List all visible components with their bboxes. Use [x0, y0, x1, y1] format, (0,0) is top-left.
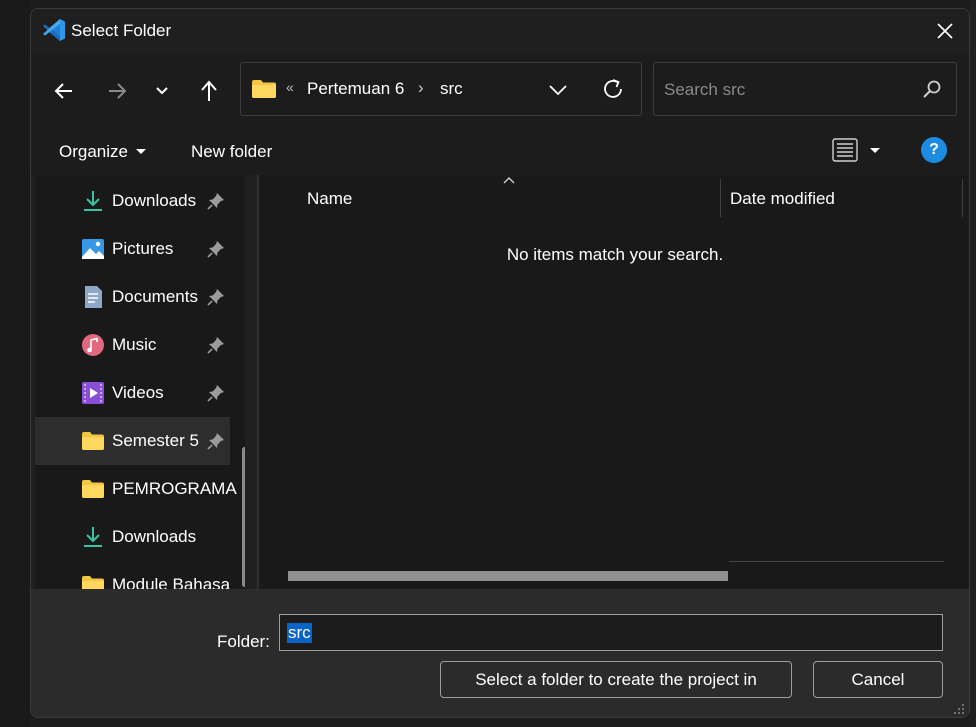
sidebar-item-label: PEMROGRAMA	[112, 479, 237, 498]
search-placeholder: Search src	[664, 80, 746, 99]
column-header-date-modified[interactable]: Date modified	[730, 189, 835, 209]
forward-button[interactable]	[99, 73, 135, 109]
documents-icon	[85, 286, 102, 308]
sidebar-item-documents[interactable]: Documents	[35, 273, 230, 321]
background-left	[0, 0, 30, 727]
folder-label: Folder:	[217, 632, 270, 651]
back-button[interactable]	[46, 73, 82, 109]
pin-icon	[207, 193, 224, 210]
column-separator[interactable]	[720, 179, 721, 217]
pin-icon	[207, 289, 224, 306]
pictures-icon	[82, 239, 104, 259]
view-options-icon[interactable]	[832, 137, 858, 163]
pin-icon	[207, 337, 224, 354]
pin-icon	[207, 385, 224, 402]
column-separator[interactable]	[962, 179, 963, 217]
folder-icon	[82, 480, 104, 498]
organize-caret-icon	[136, 149, 146, 154]
recent-locations-button[interactable]	[144, 73, 180, 109]
navigation-bar: « Pertemuan 6 › src Search src	[31, 53, 969, 125]
breadcrumb-separator[interactable]: ›	[418, 78, 424, 98]
sidebar-item-downloads-2[interactable]: Downloads	[35, 513, 230, 561]
chevron-down-icon	[156, 87, 168, 95]
sidebar-item-label: Pictures	[112, 239, 174, 258]
select-folder-dialog: Select Folder « Pertemuan 6 › src Search…	[30, 8, 970, 718]
search-icon	[923, 80, 941, 98]
sidebar-item-pictures[interactable]: Pictures	[35, 225, 230, 273]
folder-icon	[82, 576, 104, 589]
title-bar: Select Folder	[31, 9, 969, 53]
sidebar-item-label: Documents	[112, 287, 198, 306]
sidebar-item-semester-5[interactable]: Semester 5	[35, 417, 230, 465]
address-dropdown-icon[interactable]	[547, 79, 569, 101]
address-bar[interactable]: « Pertemuan 6 › src	[240, 62, 642, 116]
arrow-left-icon	[54, 83, 72, 99]
sidebar-item-label: Music	[112, 335, 157, 354]
sidebar-item-label: Downloads	[112, 527, 197, 546]
horizontal-scroll-track	[729, 561, 944, 562]
command-bar: Organize New folder ?	[31, 125, 969, 175]
close-button[interactable]	[921, 9, 969, 53]
navigation-pane: Downloads Pictures Documents Music Video…	[35, 175, 245, 589]
sidebar-item-label: Downloads	[112, 191, 197, 210]
up-button[interactable]	[191, 73, 227, 109]
file-list-pane: Name Date modified No items match your s…	[259, 175, 969, 589]
pin-icon	[207, 241, 224, 258]
arrow-right-icon	[109, 83, 127, 99]
navigation-pane-scrollbar[interactable]	[242, 447, 245, 587]
sidebar-item-music[interactable]: Music	[35, 321, 230, 369]
breadcrumb-pertemuan-6[interactable]: Pertemuan 6	[307, 79, 404, 99]
folder-icon	[82, 432, 104, 450]
window-title: Select Folder	[71, 21, 172, 40]
videos-icon	[82, 382, 104, 404]
sidebar-item-label: Module Bahasa	[112, 575, 231, 589]
breadcrumb-overflow[interactable]: «	[286, 79, 294, 95]
view-options-caret-icon[interactable]	[870, 148, 880, 153]
sidebar-item-pemrograma[interactable]: PEMROGRAMA	[35, 465, 237, 513]
close-icon	[937, 23, 953, 39]
background-right	[970, 0, 976, 727]
help-icon[interactable]: ?	[921, 137, 947, 163]
resize-grip-icon[interactable]	[953, 703, 965, 715]
breadcrumb-src[interactable]: src	[440, 79, 463, 99]
pin-icon	[207, 433, 224, 450]
sidebar-item-label: Semester 5	[112, 431, 199, 450]
folder-icon	[252, 80, 276, 98]
new-folder-button[interactable]: New folder	[191, 142, 272, 162]
organize-button[interactable]: Organize	[59, 142, 128, 162]
arrow-up-icon	[201, 80, 217, 101]
vscode-logo-icon	[43, 19, 65, 41]
sidebar-item-label: Videos	[112, 383, 164, 402]
sort-ascending-icon	[503, 177, 515, 184]
sidebar-item-downloads[interactable]: Downloads	[35, 177, 230, 225]
folder-name-input[interactable]: src	[279, 614, 943, 651]
download-icon	[84, 191, 102, 211]
download-icon	[84, 527, 102, 547]
empty-message: No items match your search.	[506, 245, 724, 264]
sidebar-item-module-bahasa[interactable]: Module Bahasa	[35, 561, 230, 589]
select-folder-button[interactable]: Select a folder to create the project in	[440, 661, 792, 698]
dialog-footer: Folder: src Select a folder to create th…	[31, 589, 969, 717]
sidebar-item-videos[interactable]: Videos	[35, 369, 230, 417]
column-header-name[interactable]: Name	[307, 189, 352, 209]
search-input[interactable]: Search src	[653, 62, 957, 116]
folder-name-value: src	[287, 623, 312, 643]
refresh-icon[interactable]	[601, 77, 625, 101]
music-icon	[82, 334, 104, 356]
cancel-button[interactable]: Cancel	[813, 661, 943, 698]
horizontal-scrollbar[interactable]	[288, 571, 728, 581]
